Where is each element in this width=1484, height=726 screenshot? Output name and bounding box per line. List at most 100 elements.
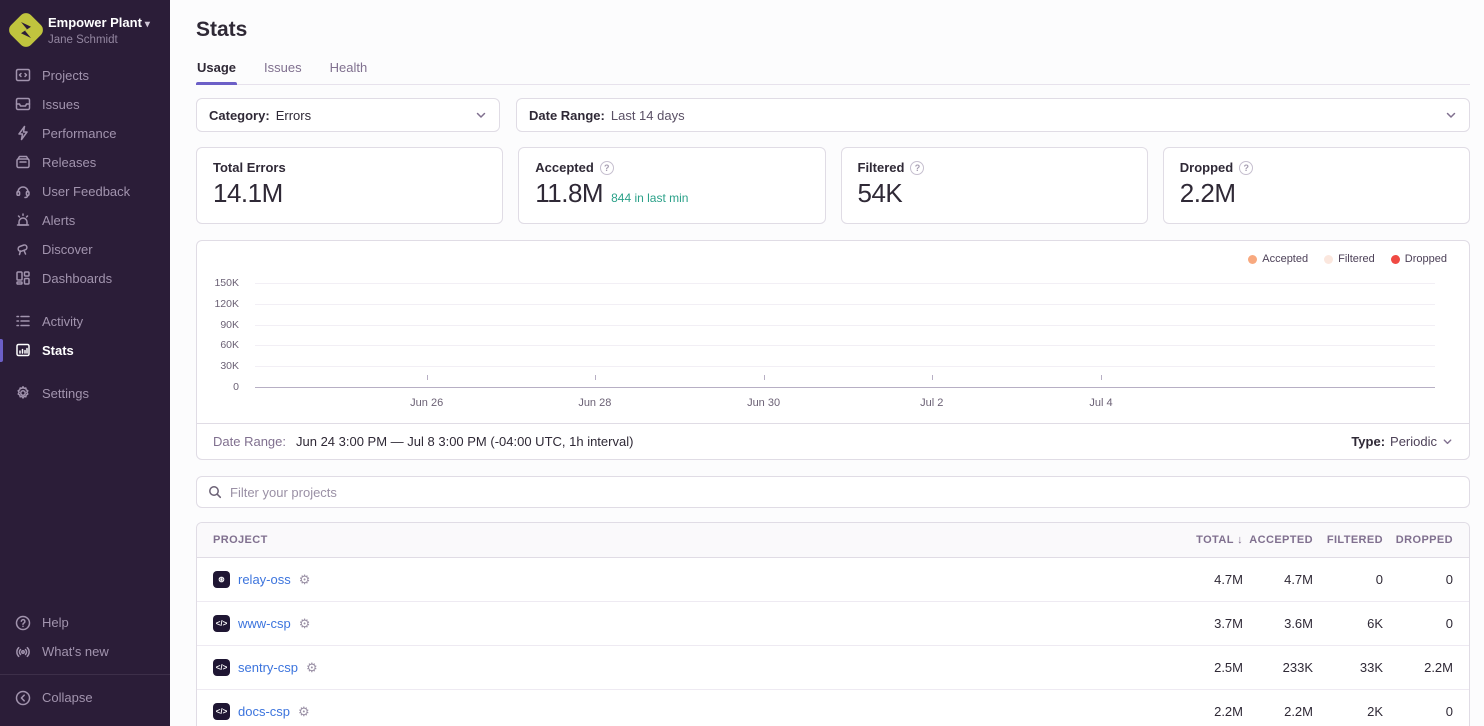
table-header-row: PROJECT TOTAL ↓ ACCEPTED FILTERED DROPPE… — [197, 523, 1469, 558]
cell-dropped: 0 — [1383, 572, 1453, 587]
help-circle-icon[interactable]: ? — [1239, 161, 1253, 175]
org-switcher[interactable]: Empower Plant▾ Jane Schmidt — [0, 12, 170, 61]
sidebar-item-activity[interactable]: Activity — [0, 307, 170, 336]
sidebar-item-what-s-new[interactable]: What's new — [0, 637, 170, 666]
category-select[interactable]: Category: Errors — [196, 98, 500, 132]
cell-total: 2.5M — [1173, 660, 1243, 675]
y-tick-label: 60K — [220, 339, 239, 351]
project-link[interactable]: sentry-csp — [238, 660, 298, 675]
sidebar-item-discover[interactable]: Discover — [0, 235, 170, 264]
platform-csp-icon: </> — [213, 659, 230, 676]
column-header-filtered[interactable]: FILTERED — [1313, 534, 1383, 546]
stat-card-value: 2.2M — [1180, 178, 1236, 209]
x-tick-label: Jul 4 — [1089, 397, 1112, 409]
project-settings-gear-icon[interactable]: ⚙ — [298, 704, 310, 720]
page-title: Stats — [196, 18, 1470, 42]
project-settings-gear-icon[interactable]: ⚙ — [299, 616, 311, 632]
project-link[interactable]: relay-oss — [238, 572, 291, 587]
help-icon — [14, 614, 31, 631]
cell-filtered: 6K — [1313, 616, 1383, 631]
y-tick-label: 30K — [220, 360, 239, 372]
column-header-total[interactable]: TOTAL ↓ — [1173, 534, 1243, 546]
project-settings-gear-icon[interactable]: ⚙ — [306, 660, 318, 676]
y-tick-label: 150K — [214, 277, 239, 289]
sidebar-nav-footer: Help What's new — [0, 608, 170, 666]
legend-label: Filtered — [1338, 253, 1375, 265]
search-input[interactable] — [230, 485, 1458, 500]
type-select[interactable]: Type: Periodic — [1351, 434, 1453, 449]
stat-card-label: Total Errors — [213, 160, 286, 175]
legend-dot — [1391, 255, 1400, 264]
search-icon — [208, 485, 222, 499]
sidebar-item-projects[interactable]: Projects — [0, 61, 170, 90]
sidebar-item-help[interactable]: Help — [0, 608, 170, 637]
projects-icon — [14, 67, 31, 84]
sidebar-item-label: Releases — [42, 155, 96, 170]
chevron-down-icon — [1445, 109, 1457, 121]
sidebar-item-user-feedback[interactable]: User Feedback — [0, 177, 170, 206]
table-row: </>docs-csp⚙2.2M2.2M2K0 — [197, 690, 1469, 726]
bar-series — [255, 283, 1435, 387]
date-range-select[interactable]: Date Range: Last 14 days — [516, 98, 1470, 132]
user-feedback-icon — [14, 183, 31, 200]
releases-icon — [14, 154, 31, 171]
sidebar-item-releases[interactable]: Releases — [0, 148, 170, 177]
x-tick-mark — [427, 375, 428, 380]
sidebar-item-performance[interactable]: Performance — [0, 119, 170, 148]
stat-cards: Total Errors 14.1M Accepted?11.8M844 in la… — [196, 147, 1470, 224]
help-circle-icon[interactable]: ? — [600, 161, 614, 175]
sidebar-item-alerts[interactable]: Alerts — [0, 206, 170, 235]
alerts-icon — [14, 212, 31, 229]
stat-card-accepted: Accepted?11.8M844 in last min — [518, 147, 825, 224]
column-header-project[interactable]: PROJECT — [213, 534, 1173, 546]
usage-chart: AcceptedFilteredDropped 030K60K90K120K15… — [197, 241, 1469, 423]
legend-label: Accepted — [1262, 253, 1308, 265]
y-tick-label: 120K — [214, 298, 239, 310]
column-header-accepted[interactable]: ACCEPTED — [1243, 534, 1313, 546]
sidebar-item-settings[interactable]: Settings — [0, 379, 170, 408]
stat-card-filtered: Filtered?54K — [841, 147, 1148, 224]
x-tick-mark — [764, 375, 765, 380]
legend-label: Dropped — [1405, 253, 1447, 265]
sidebar-item-collapse[interactable]: Collapse — [0, 683, 170, 712]
chevron-down-icon — [1442, 436, 1453, 447]
tab-health[interactable]: Health — [329, 60, 369, 84]
y-tick-label: 0 — [233, 381, 239, 393]
legend-item-filtered[interactable]: Filtered — [1324, 253, 1375, 265]
sidebar-item-label: Alerts — [42, 213, 75, 228]
legend-item-dropped[interactable]: Dropped — [1391, 253, 1447, 265]
project-settings-gear-icon[interactable]: ⚙ — [299, 572, 311, 588]
sidebar-item-label: Help — [42, 615, 69, 630]
chart-legend: Accepted Filtered Dropped — [1248, 253, 1447, 265]
project-link[interactable]: www-csp — [238, 616, 291, 631]
project-filter-searchbox[interactable] — [196, 476, 1470, 508]
legend-item-accepted[interactable]: Accepted — [1248, 253, 1308, 265]
stat-card-value: 54K — [858, 178, 903, 209]
sidebar-item-issues[interactable]: Issues — [0, 90, 170, 119]
sidebar-item-label: User Feedback — [42, 184, 130, 199]
legend-dot — [1248, 255, 1257, 264]
date-range-value: Jun 24 3:00 PM — Jul 8 3:00 PM (-04:00 U… — [296, 434, 633, 449]
sidebar-item-label: What's new — [42, 644, 109, 659]
tab-issues[interactable]: Issues — [263, 60, 303, 84]
chevron-down-icon — [475, 109, 487, 121]
stat-card-value: 14.1M — [213, 178, 283, 209]
main-content: Stats Usage Issues Health Category: Errors… — [170, 0, 1484, 726]
stat-card-label: Accepted — [535, 160, 594, 175]
stat-card-dropped: Dropped?2.2M — [1163, 147, 1470, 224]
sidebar-item-label: Issues — [42, 97, 80, 112]
project-link[interactable]: docs-csp — [238, 704, 290, 719]
chart-plot-area — [255, 283, 1435, 387]
settings-icon — [14, 385, 31, 402]
cell-dropped: 0 — [1383, 616, 1453, 631]
discover-icon — [14, 241, 31, 258]
sidebar-item-dashboards[interactable]: Dashboards — [0, 264, 170, 293]
table-row: </>sentry-csp⚙2.5M233K33K2.2M — [197, 646, 1469, 690]
tab-usage[interactable]: Usage — [196, 60, 237, 84]
org-logo-icon — [6, 10, 46, 50]
cell-accepted: 2.2M — [1243, 704, 1313, 719]
column-header-dropped[interactable]: DROPPED — [1383, 534, 1453, 546]
help-circle-icon[interactable]: ? — [910, 161, 924, 175]
sidebar-item-stats[interactable]: Stats — [0, 336, 170, 365]
sidebar-item-label: Projects — [42, 68, 89, 83]
